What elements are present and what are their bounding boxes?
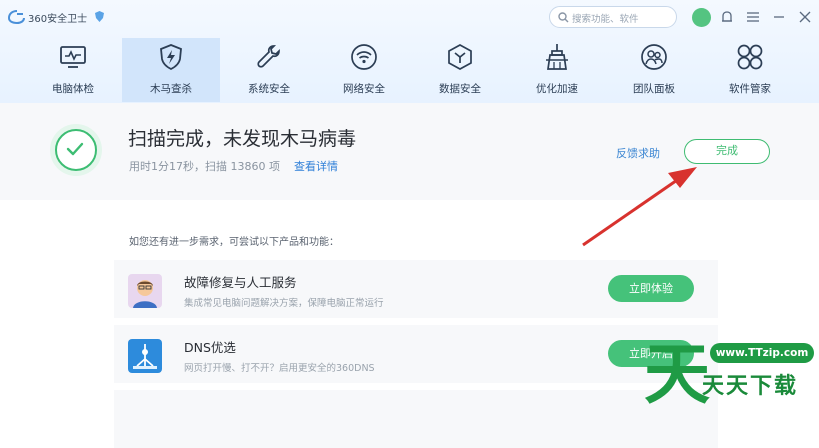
app-logo-icon [8,10,25,24]
check-icon [66,142,84,156]
search-input[interactable]: 搜索功能、软件 [572,11,639,25]
app-title: 360安全卫士 [28,14,88,25]
skin-icon[interactable] [719,9,735,25]
engineer-avatar-icon [128,274,162,308]
search-box[interactable]: 搜索功能、软件 [549,6,677,28]
watermark-text: 天天下载 [702,374,799,399]
product-card-dns: DNS优选 网页打开慢、打不开？启用更安全的360DNS 立即开启 [114,325,718,383]
titlebar: 360安全卫士 搜索功能、软件 [0,0,819,34]
close-icon[interactable] [797,9,813,25]
view-details-link[interactable]: 查看详情 [294,158,338,174]
lightning-shield-icon [160,44,182,71]
team-icon [641,44,667,70]
product-card-repair: 故障修复与人工服务 集成常见电脑问题解决方案，保障电脑正常运行 立即体验 [114,260,718,318]
monitor-icon [60,46,86,68]
nav-item-checkup[interactable]: 电脑体检 [24,38,122,102]
main-nav: 电脑体检 木马查杀 系统安全 网络安全 数据安全 优化加速 团队面板 软件管家 [0,38,819,102]
nav-item-trojan-scan[interactable]: 木马查杀 [122,38,220,102]
product-title: DNS优选 [184,340,236,355]
wifi-icon [351,44,377,70]
product-desc: 网页打开慢、打不开？启用更安全的360DNS [184,363,375,374]
nav-item-team-panel[interactable]: 团队面板 [605,38,703,102]
nav-item-system-security[interactable]: 系统安全 [220,38,318,102]
watermark-logo-glyph: 天 [644,336,710,406]
product-title: 故障修复与人工服务 [184,275,297,290]
nav-label: 网络安全 [343,83,385,95]
nav-label: 软件管家 [729,83,771,95]
nav-label: 木马查杀 [150,83,192,95]
nav-label: 数据安全 [439,83,481,95]
done-button[interactable]: 完成 [684,139,770,164]
nav-label: 电脑体检 [52,83,94,95]
search-icon [558,12,569,23]
user-avatar[interactable] [692,8,711,27]
wrench-icon [257,45,280,68]
nav-label: 优化加速 [536,83,578,95]
scan-status-title: 扫描完成，未发现木马病毒 [128,128,357,150]
product-desc: 集成常见电脑问题解决方案，保障电脑正常运行 [184,298,384,309]
nav-item-optimize[interactable]: 优化加速 [508,38,606,102]
nav-label: 团队面板 [633,83,675,95]
product-card-partial [114,390,718,448]
success-badge [50,124,102,176]
nav-label: 系统安全 [248,83,290,95]
scan-summary: 用时1分17秒，扫描 13860 项 [129,160,280,173]
dns-globe-icon [128,339,162,373]
shield-small-icon [95,11,104,22]
nav-item-data-security[interactable]: 数据安全 [411,38,509,102]
try-now-button[interactable]: 立即体验 [608,275,694,302]
feedback-link[interactable]: 反馈求助 [616,145,660,161]
nav-item-software-manager[interactable]: 软件管家 [701,38,799,102]
menu-icon[interactable] [745,9,761,25]
broom-icon [546,44,568,70]
watermark-url: www.TTzip.com [710,343,814,363]
suggestion-hint: 如您还有进一步需求，可尝试以下产品和功能： [129,237,339,248]
hexagon-y-icon [448,44,472,70]
minimize-icon[interactable] [771,9,787,25]
apps-icon [737,44,763,70]
check-circle [55,129,97,171]
nav-item-network-security[interactable]: 网络安全 [315,38,413,102]
